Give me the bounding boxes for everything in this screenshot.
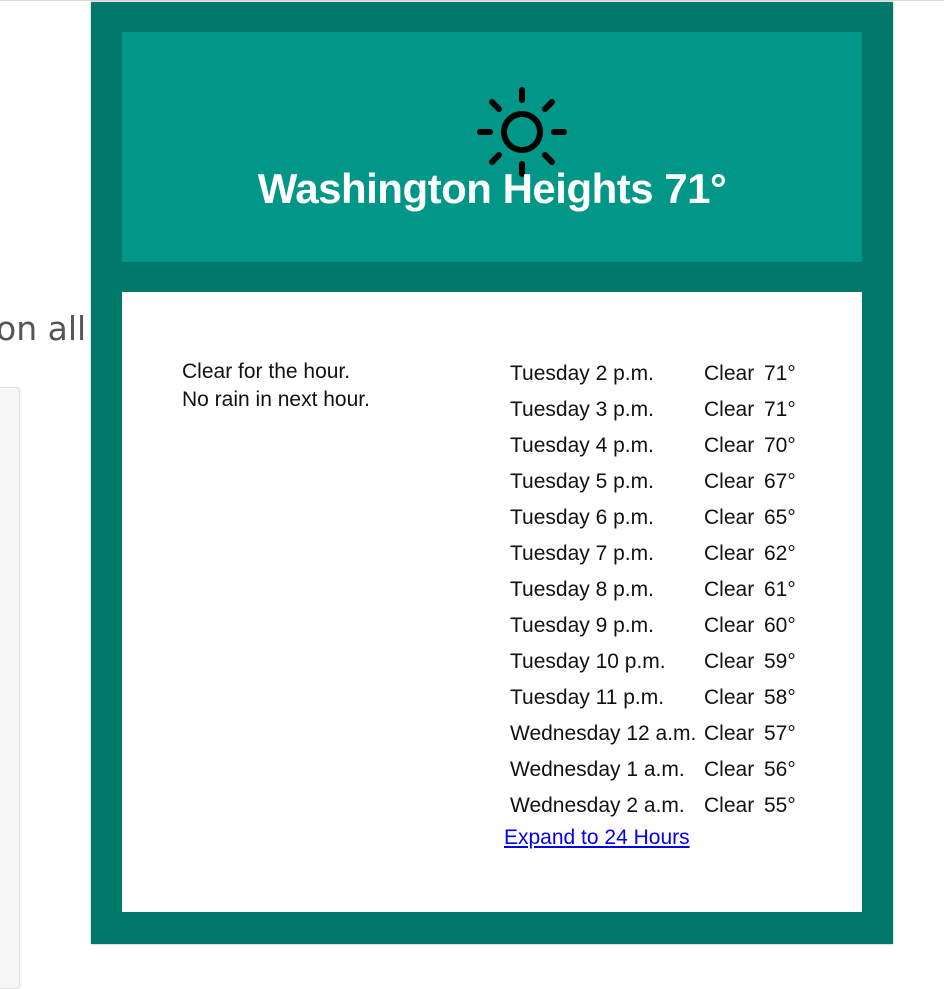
- forecast-time: Wednesday 1 a.m.: [510, 758, 685, 781]
- forecast-row: Tuesday 11 p.m. Clear 58°: [510, 680, 796, 716]
- forecast-temp: 56°: [764, 758, 796, 781]
- forecast-condition: Clear: [704, 650, 755, 673]
- forecast-temp: 71°: [764, 398, 796, 421]
- forecast-condition: Clear: [704, 758, 755, 781]
- forecast-time: Wednesday 12 a.m.: [510, 722, 697, 745]
- forecast-condition: Clear: [704, 686, 755, 709]
- forecast-time: Tuesday 4 p.m.: [510, 434, 654, 457]
- forecast-time: Tuesday 7 p.m.: [510, 542, 654, 565]
- forecast-row: Wednesday 2 a.m. Clear 55°: [510, 788, 796, 824]
- forecast-row: Tuesday 3 p.m. Clear 71°: [510, 392, 796, 428]
- forecast-row: Wednesday 12 a.m. Clear 57°: [510, 716, 796, 752]
- forecast-condition: Clear: [704, 470, 755, 493]
- forecast-row: Tuesday 4 p.m. Clear 70°: [510, 428, 796, 464]
- forecast-condition: Clear: [704, 542, 755, 565]
- forecast-time: Tuesday 9 p.m.: [510, 614, 654, 637]
- forecast-condition: Clear: [704, 398, 755, 421]
- forecast-condition: Clear: [704, 506, 755, 529]
- forecast-row: Tuesday 6 p.m. Clear 65°: [510, 500, 796, 536]
- forecast-time: Tuesday 10 p.m.: [510, 650, 666, 673]
- forecast-time: Tuesday 11 p.m.: [510, 686, 665, 709]
- forecast-time: Tuesday 3 p.m.: [510, 398, 654, 421]
- forecast-temp: 58°: [764, 686, 796, 709]
- forecast-condition: Clear: [704, 362, 755, 385]
- forecast-temp: 60°: [764, 614, 796, 637]
- forecast-temp: 70°: [764, 434, 796, 457]
- forecast-time: Wednesday 2 a.m.: [510, 794, 685, 817]
- forecast-temp: 62°: [764, 542, 796, 565]
- forecast-row: Tuesday 2 p.m. Clear 71°: [510, 356, 796, 392]
- location-title: Washington Heights 71°: [257, 165, 727, 212]
- forecast-condition: Clear: [704, 578, 755, 601]
- forecast-row: Tuesday 7 p.m. Clear 62°: [510, 536, 796, 572]
- forecast-time: Tuesday 8 p.m.: [510, 578, 654, 601]
- forecast-condition: Clear: [704, 434, 755, 457]
- forecast-row: Tuesday 9 p.m. Clear 60°: [510, 608, 796, 644]
- forecast-temp: 57°: [764, 722, 796, 745]
- forecast-time: Tuesday 6 p.m.: [510, 506, 654, 529]
- forecast-time: Tuesday 2 p.m.: [510, 362, 654, 385]
- forecast-time: Tuesday 5 p.m.: [510, 470, 654, 493]
- summary-line-2: No rain in next hour.: [182, 388, 370, 411]
- background-card: [0, 387, 20, 989]
- forecast-row: Tuesday 8 p.m. Clear 61°: [510, 572, 796, 608]
- forecast-temp: 71°: [764, 362, 796, 385]
- forecast-condition: Clear: [704, 722, 755, 745]
- forecast-temp: 61°: [764, 578, 796, 601]
- weather-header: Washington Heights 71°: [122, 32, 862, 262]
- hour-summary: Clear for the hour. No rain in next hour…: [182, 358, 370, 414]
- forecast-temp: 59°: [764, 650, 796, 673]
- hourly-forecast-list: Tuesday 2 p.m. Clear 71° Tuesday 3 p.m. …: [510, 356, 796, 824]
- forecast-condition: Clear: [704, 794, 755, 817]
- forecast-condition: Clear: [704, 614, 755, 637]
- forecast-temp: 55°: [764, 794, 796, 817]
- summary-line-1: Clear for the hour.: [182, 360, 351, 383]
- forecast-row: Tuesday 5 p.m. Clear 67°: [510, 464, 796, 500]
- weather-content: Clear for the hour. No rain in next hour…: [122, 292, 862, 912]
- forecast-row: Tuesday 10 p.m. Clear 59°: [510, 644, 796, 680]
- forecast-temp: 67°: [764, 470, 796, 493]
- forecast-temp: 65°: [764, 506, 796, 529]
- forecast-row: Wednesday 1 a.m. Clear 56°: [510, 752, 796, 788]
- weather-popup: Washington Heights 71° Clear for the hou…: [91, 2, 893, 944]
- expand-24-hours-link[interactable]: Expand to 24 Hours: [504, 826, 690, 850]
